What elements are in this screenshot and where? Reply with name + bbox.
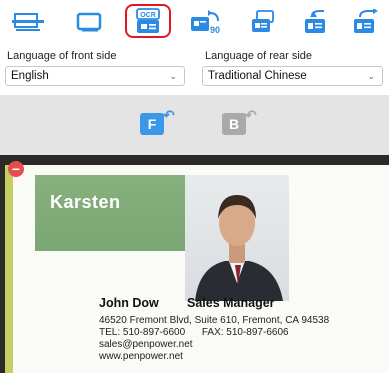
card-preview: Karsten	[0, 155, 389, 373]
rear-language-value: Traditional Chinese	[208, 70, 307, 82]
back-side-label: B	[228, 116, 240, 132]
remove-card-button[interactable]: −	[8, 161, 24, 177]
front-language-select[interactable]: English ⌄	[5, 66, 185, 86]
ocr-icon: OCR	[136, 8, 160, 33]
card-flip-icon	[252, 10, 274, 32]
back-side-button[interactable]: B	[222, 113, 246, 135]
card-website: www.penpower.net	[99, 351, 183, 362]
scan-icon	[12, 13, 44, 31]
front-language-label: Language of front side	[7, 50, 117, 62]
card-phone-fax: TEL: 510-897-6600 FAX: 510-897-6606	[99, 327, 289, 338]
chevron-down-icon: ⌄	[367, 71, 375, 81]
chevron-down-icon: ⌄	[169, 71, 177, 81]
front-language-value: English	[11, 70, 49, 82]
card-rotate-left-button[interactable]	[298, 6, 334, 38]
side-selector-panel: F ↶ B ↶	[0, 95, 389, 155]
portrait-photo	[185, 175, 289, 301]
card-edge-stripe	[5, 165, 13, 373]
card-rotate-left-icon	[305, 10, 325, 33]
card-rotate-right-icon	[354, 9, 378, 33]
front-side-label: F	[147, 116, 157, 132]
rear-language-label: Language of rear side	[205, 50, 313, 62]
minus-icon: −	[11, 161, 21, 177]
window-button[interactable]	[72, 6, 108, 38]
card-banner-name: Karsten	[50, 192, 121, 212]
rear-language-select[interactable]: Traditional Chinese ⌄	[202, 66, 383, 86]
card-rotate-right-button[interactable]	[347, 6, 383, 38]
portrait-icon	[195, 195, 283, 301]
card-email: sales@penpower.net	[99, 339, 193, 350]
card-banner	[35, 175, 185, 251]
ocr-icon-label: OCR	[140, 12, 156, 19]
card-person-title: Sales Manager	[187, 296, 275, 310]
business-card-image: Karsten	[5, 165, 389, 373]
rotate-90-button[interactable]: 90	[188, 6, 224, 38]
rotate-arrow-icon: ↶	[245, 107, 257, 123]
rotate-90-label: 90	[210, 25, 220, 35]
window-icon	[76, 12, 102, 32]
scan-button[interactable]	[10, 6, 46, 38]
front-side-button[interactable]: F	[140, 113, 164, 135]
card-flip-button[interactable]	[245, 6, 281, 38]
card-address: 46520 Fremont Blvd, Suite 610, Fremont, …	[99, 315, 330, 326]
ocr-button[interactable]: OCR	[125, 4, 171, 38]
rotate-90-icon: 90	[191, 10, 220, 35]
rotate-arrow-icon: ↶	[163, 107, 175, 123]
card-person-name: John Dow	[99, 296, 159, 310]
toolbar: OCR 90	[0, 0, 389, 44]
